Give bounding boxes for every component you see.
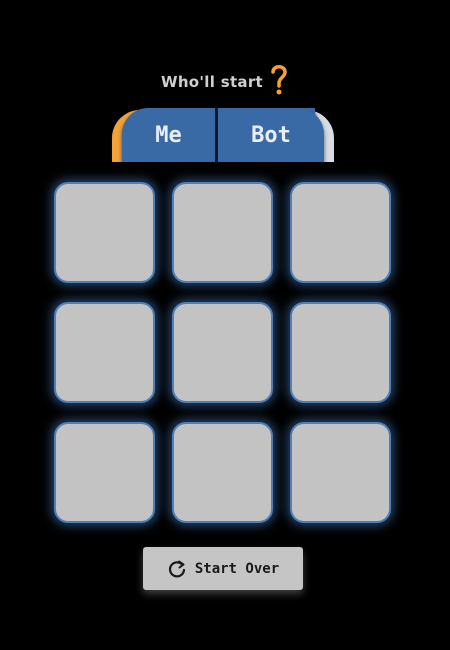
board-cell[interactable]: [54, 422, 155, 523]
bot-button[interactable]: Bot: [218, 108, 324, 162]
bot-button-label: Bot: [251, 122, 291, 148]
chooser-divider: [215, 108, 218, 162]
board-cell[interactable]: [290, 182, 391, 283]
first-player-chooser: Me Bot: [112, 108, 334, 164]
board-cell[interactable]: [172, 302, 273, 403]
refresh-icon: [168, 560, 185, 577]
start-prompt-text: Who'll start: [160, 73, 263, 91]
board-cell[interactable]: [290, 422, 391, 523]
question-mark-icon: [271, 65, 287, 95]
me-button-label: Me: [155, 122, 182, 148]
board-cell[interactable]: [54, 302, 155, 403]
start-over-button[interactable]: Start Over: [143, 547, 303, 590]
board-cell[interactable]: [172, 422, 273, 523]
game-board: [54, 182, 391, 523]
start-prompt: Who'll start: [0, 62, 450, 96]
board-cell[interactable]: [290, 302, 391, 403]
board-cell[interactable]: [172, 182, 273, 283]
start-over-label: Start Over: [194, 560, 280, 577]
board-cell[interactable]: [54, 182, 155, 283]
